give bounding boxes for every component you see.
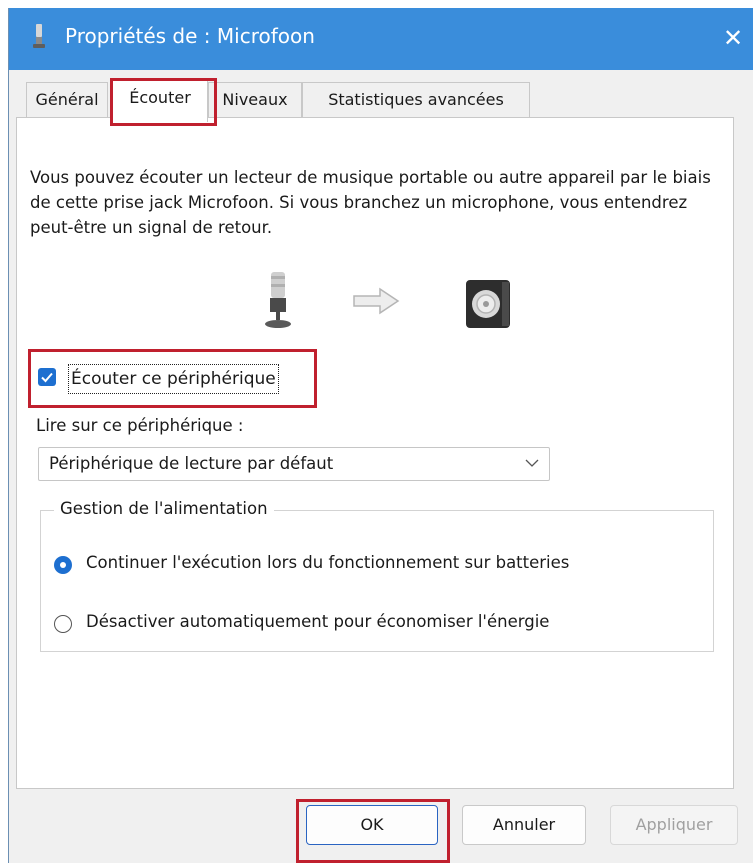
- listen-description: Vous pouvez écouter un lecteur de musiqu…: [30, 168, 711, 237]
- window-title: Propriétés de : Microfoon: [65, 24, 315, 48]
- microphone-small-icon: [33, 24, 45, 48]
- chevron-down-icon: [525, 459, 539, 467]
- close-button[interactable]: ✕: [716, 22, 750, 54]
- highlight-ok-button: [296, 799, 450, 863]
- playback-device-label: Lire sur ce périphérique :: [36, 416, 244, 435]
- apply-button[interactable]: Appliquer: [610, 805, 738, 845]
- power-management-legend: Gestion de l'alimentation: [54, 499, 274, 518]
- arrow-right-icon: [353, 287, 400, 315]
- radio-auto-disable-label[interactable]: Désactiver automatiquement pour économis…: [86, 612, 549, 631]
- highlight-listen-tab: [110, 78, 217, 126]
- radio-auto-disable[interactable]: [54, 615, 72, 633]
- title-bar: Propriétés de : Microfoon ✕: [9, 8, 753, 70]
- playback-device-select[interactable]: Périphérique de lecture par défaut: [38, 447, 550, 481]
- cancel-button[interactable]: Annuler: [462, 805, 586, 845]
- speaker-icon: [466, 280, 510, 328]
- tab-general[interactable]: Général: [26, 82, 108, 118]
- tab-advanced-stats[interactable]: Statistiques avancées: [302, 82, 530, 118]
- playback-device-value: Périphérique de lecture par défaut: [49, 454, 334, 473]
- highlight-listen-checkbox: [28, 349, 317, 408]
- microphone-icon: [265, 272, 291, 328]
- radio-continue-on-battery[interactable]: [54, 556, 72, 574]
- radio-continue-label[interactable]: Continuer l'exécution lors du fonctionne…: [86, 553, 569, 572]
- tab-levels[interactable]: Niveaux: [208, 82, 302, 118]
